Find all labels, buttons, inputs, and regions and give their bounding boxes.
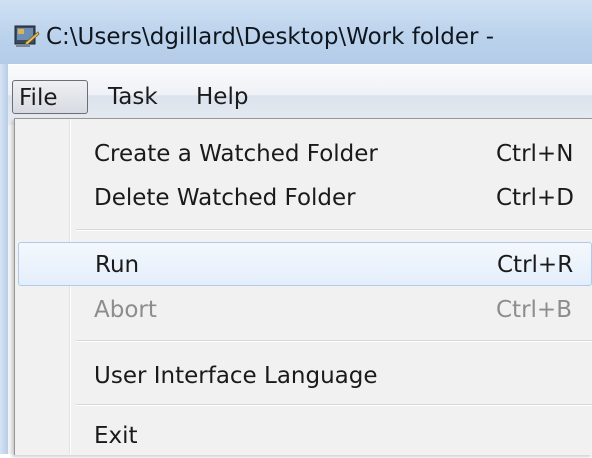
- menu-item-user-interface-language[interactable]: User Interface Language: [18, 354, 592, 398]
- menu-item-create-watched-folder[interactable]: Create a Watched Folder Ctrl+N: [18, 132, 592, 176]
- title-bar[interactable]: C:\Users\dgillard\Desktop\Work folder -: [0, 0, 592, 64]
- menu-separator: [76, 340, 592, 342]
- window-frame-left: [0, 64, 8, 454]
- menu-bar: [8, 64, 592, 125]
- window-title: C:\Users\dgillard\Desktop\Work folder -: [46, 24, 495, 50]
- menu-file[interactable]: File: [12, 80, 88, 114]
- menu-item-shortcut: Ctrl+R: [497, 252, 574, 278]
- menu-item-label: Create a Watched Folder: [94, 141, 378, 167]
- menu-item-label: Exit: [94, 423, 138, 449]
- menu-separator: [76, 229, 592, 231]
- menu-item-exit[interactable]: Exit: [18, 414, 592, 458]
- menu-item-shortcut: Ctrl+D: [496, 185, 574, 211]
- menu-item-shortcut: Ctrl+N: [496, 141, 574, 167]
- menu-separator: [76, 404, 592, 406]
- menu-item-abort: Abort Ctrl+B: [18, 288, 592, 332]
- menu-item-delete-watched-folder[interactable]: Delete Watched Folder Ctrl+D: [18, 176, 592, 220]
- menu-item-shortcut: Ctrl+B: [496, 297, 572, 323]
- menu-help[interactable]: Help: [196, 80, 248, 114]
- menu-item-label: User Interface Language: [94, 363, 378, 389]
- menu-item-label: Abort: [94, 297, 157, 323]
- menu-item-run[interactable]: Run Ctrl+R: [18, 242, 592, 286]
- app-icon: [14, 25, 40, 47]
- menu-item-label: Delete Watched Folder: [94, 185, 356, 211]
- menu-item-label: Run: [95, 252, 140, 278]
- menu-task[interactable]: Task: [108, 80, 158, 114]
